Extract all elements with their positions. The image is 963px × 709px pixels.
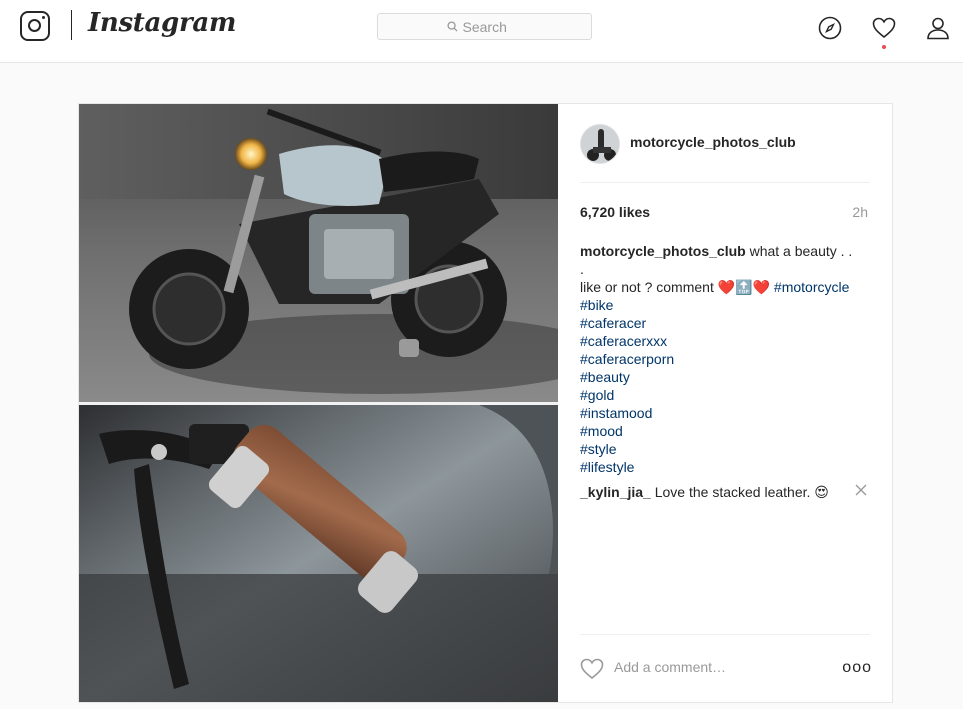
caption-text-line1: what a beauty . . xyxy=(749,243,853,259)
like-heart-icon[interactable] xyxy=(580,657,604,681)
hashtag-link[interactable]: #caferacer xyxy=(580,314,870,332)
hashtag-link[interactable]: #mood xyxy=(580,422,870,440)
caption-text-line2: . xyxy=(580,261,584,277)
hashtag-link[interactable]: #gold xyxy=(580,386,870,404)
post-image[interactable] xyxy=(79,104,558,702)
hashtag-link[interactable]: #caferacerporn xyxy=(580,350,870,368)
search-icon xyxy=(446,21,458,32)
delete-comment-icon[interactable] xyxy=(854,483,868,497)
add-comment-input[interactable] xyxy=(614,659,814,675)
comment-username[interactable]: _kylin_jia_ xyxy=(580,484,651,500)
logo-divider xyxy=(71,10,72,40)
more-options-button[interactable]: ooo xyxy=(842,659,872,677)
hashtag-link[interactable]: #caferacerxxx xyxy=(580,332,870,350)
hashtag-link[interactable]: #style xyxy=(580,440,870,458)
motorcycle-photo xyxy=(79,104,558,702)
search-box[interactable] xyxy=(377,13,592,40)
hashtag-link[interactable]: #bike xyxy=(580,296,870,314)
post-time[interactable]: 2h xyxy=(852,204,868,220)
post-side-panel: motorcycle_photos_club 6,720 likes 2h mo… xyxy=(558,104,892,702)
post-author-username[interactable]: motorcycle_photos_club xyxy=(630,134,796,150)
post-caption: motorcycle_photos_club what a beauty . .… xyxy=(580,242,870,476)
add-comment-bar: ooo xyxy=(580,634,872,702)
likes-count[interactable]: 6,720 likes xyxy=(580,204,650,220)
search-input[interactable] xyxy=(462,18,523,35)
post-card: motorcycle_photos_club 6,720 likes 2h mo… xyxy=(78,103,893,703)
hashtag-link[interactable]: #beauty xyxy=(580,368,870,386)
comment-text: Love the stacked leather. 😍 xyxy=(654,484,829,500)
post-header: motorcycle_photos_club xyxy=(580,104,870,183)
hashtag-link[interactable]: #lifestyle xyxy=(580,458,870,476)
hashtag-link[interactable]: #instamood xyxy=(580,404,870,422)
caption-text-line3: like or not ? comment ❤️🔝❤️ xyxy=(580,279,771,295)
comment-item: _kylin_jia_ Love the stacked leather. 😍 xyxy=(580,483,870,501)
hashtag-link[interactable]: #motorcycle xyxy=(774,279,849,295)
avatar[interactable] xyxy=(580,124,620,164)
activity-heart-icon[interactable] xyxy=(872,16,896,40)
instagram-wordmark[interactable]: Instagram xyxy=(88,8,236,38)
instagram-camera-icon[interactable] xyxy=(20,11,50,41)
top-nav-bar: Instagram xyxy=(0,0,963,63)
explore-compass-icon[interactable] xyxy=(818,16,842,40)
notification-dot xyxy=(882,45,886,49)
caption-username[interactable]: motorcycle_photos_club xyxy=(580,243,746,259)
profile-person-icon[interactable] xyxy=(926,16,950,40)
